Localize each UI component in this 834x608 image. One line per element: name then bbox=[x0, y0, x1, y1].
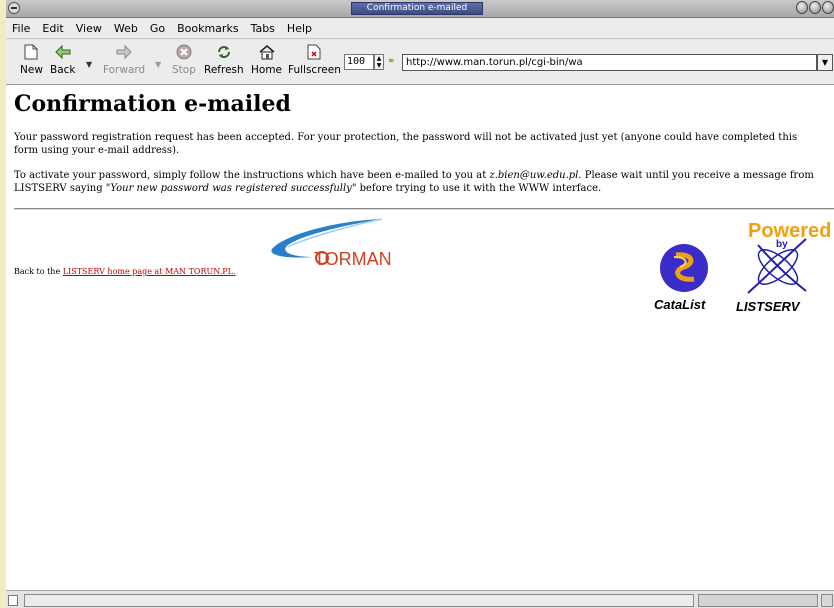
catalist-logo[interactable]: CataList bbox=[646, 243, 724, 315]
resize-grip-icon[interactable] bbox=[821, 594, 833, 607]
window-menu-icon[interactable] bbox=[8, 2, 20, 14]
url-history-dropdown-icon[interactable]: ▼ bbox=[817, 54, 833, 71]
new-button[interactable]: New bbox=[20, 43, 43, 76]
window-controls bbox=[796, 1, 834, 14]
toolbar: New Back ▼ Forward ▼ Stop Refresh Home F… bbox=[6, 40, 834, 85]
menu-bar: File Edit View Web Go Bookmarks Tabs Hel… bbox=[6, 18, 834, 39]
back-label: Back bbox=[50, 64, 76, 76]
home-button[interactable]: Home bbox=[251, 43, 282, 76]
by-text: by bbox=[776, 239, 788, 250]
back-button[interactable]: Back bbox=[50, 43, 76, 76]
back-link-line: Back to the LISTSERV home page at MAN TO… bbox=[14, 267, 236, 276]
window-title: Confirmation e-mailed bbox=[351, 2, 483, 15]
listserv-logo[interactable]: Powered by LISTSERV bbox=[728, 215, 834, 315]
home-label: Home bbox=[251, 64, 283, 76]
catalist-text: CataList bbox=[654, 297, 706, 312]
torman-logo[interactable]: TORMAN bbox=[264, 217, 394, 277]
instructions-paragraph: To activate your password, simply follow… bbox=[14, 170, 824, 195]
powered-text: Powered bbox=[748, 220, 831, 242]
forward-button[interactable]: Forward bbox=[103, 43, 145, 76]
minimize-icon[interactable] bbox=[796, 1, 808, 14]
stop-icon bbox=[174, 43, 194, 61]
listserv-home-link[interactable]: LISTSERV home page at MAN TORUN.PL. bbox=[63, 267, 236, 276]
page-link-icon[interactable]: ⚭ bbox=[387, 56, 395, 67]
forward-arrow-icon bbox=[114, 43, 134, 61]
confirmation-paragraph: Your password registration request has b… bbox=[14, 132, 798, 156]
refresh-button[interactable]: Refresh bbox=[204, 43, 244, 76]
menu-web[interactable]: Web bbox=[114, 22, 138, 35]
stop-button[interactable]: Stop bbox=[172, 43, 196, 76]
fullscreen-button[interactable]: Fullscreen bbox=[288, 43, 341, 76]
stop-label: Stop bbox=[172, 64, 196, 76]
new-document-icon bbox=[21, 43, 41, 61]
new-label: New bbox=[20, 64, 43, 76]
title-bar: Confirmation e-mailed bbox=[6, 0, 834, 18]
user-email: z.bien@uw.edu.pl bbox=[489, 170, 579, 181]
back-prefix: Back to the bbox=[14, 267, 63, 276]
listserv-text: LISTSERV bbox=[736, 299, 801, 314]
divider bbox=[14, 208, 834, 210]
instructions-text-1: To activate your password, simply follow… bbox=[14, 170, 490, 181]
menu-bookmarks[interactable]: Bookmarks bbox=[177, 22, 238, 35]
progress-bar bbox=[698, 594, 818, 607]
home-icon bbox=[257, 43, 277, 61]
torman-text: TORMAN bbox=[314, 249, 392, 269]
security-status-icon[interactable] bbox=[8, 595, 18, 606]
refresh-label: Refresh bbox=[204, 64, 244, 76]
page-content: Confirmation e-mailed Your password regi… bbox=[6, 85, 834, 590]
zoom-stepper-icon[interactable]: ▲ ▼ bbox=[374, 54, 384, 70]
forward-label: Forward bbox=[103, 64, 146, 76]
success-quote: "Your new password was registered succes… bbox=[105, 182, 357, 194]
zoom-input[interactable]: 100 bbox=[344, 54, 374, 70]
url-field[interactable]: http://www.man.torun.pl/cgi-bin/wa bbox=[402, 54, 817, 71]
back-history-dropdown-icon[interactable]: ▼ bbox=[86, 60, 92, 69]
status-text bbox=[24, 594, 694, 607]
instructions-text-3: before trying to use it with the WWW int… bbox=[356, 182, 602, 194]
fullscreen-label: Fullscreen bbox=[288, 64, 341, 76]
menu-edit[interactable]: Edit bbox=[42, 22, 63, 35]
page-heading: Confirmation e-mailed bbox=[14, 91, 291, 117]
refresh-icon bbox=[214, 43, 234, 61]
menu-tabs[interactable]: Tabs bbox=[251, 22, 275, 35]
close-icon[interactable] bbox=[822, 1, 834, 14]
back-arrow-icon bbox=[53, 43, 73, 61]
menu-view[interactable]: View bbox=[76, 22, 102, 35]
status-bar bbox=[6, 590, 834, 608]
forward-history-dropdown-icon[interactable]: ▼ bbox=[155, 60, 161, 69]
maximize-icon[interactable] bbox=[809, 1, 821, 14]
menu-help[interactable]: Help bbox=[287, 22, 312, 35]
menu-go[interactable]: Go bbox=[150, 22, 165, 35]
browser-window: Confirmation e-mailed File Edit View Web… bbox=[6, 0, 834, 608]
fullscreen-icon bbox=[304, 43, 324, 61]
menu-file[interactable]: File bbox=[12, 22, 30, 35]
